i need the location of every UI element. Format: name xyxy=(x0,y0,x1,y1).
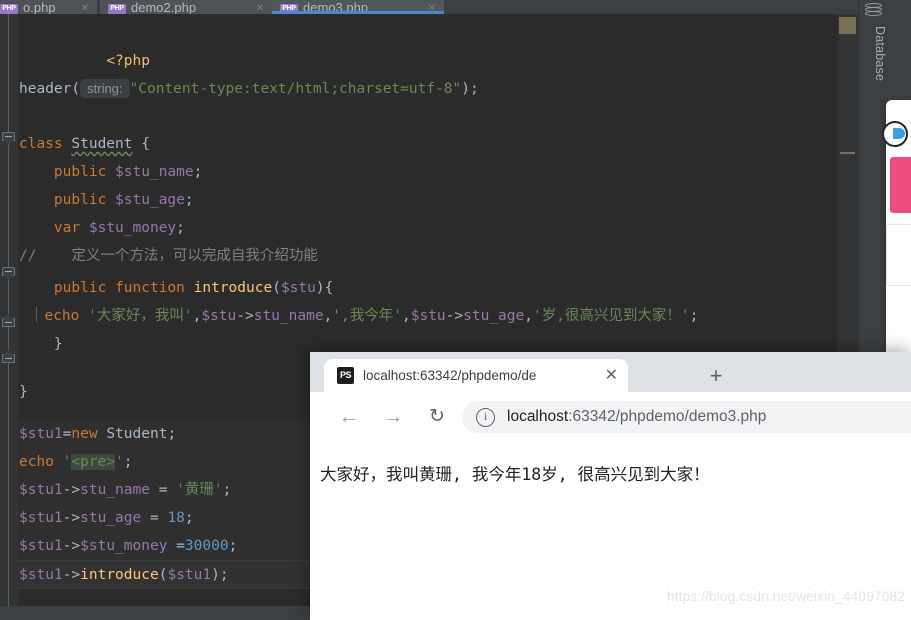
value-student-age: 18 xyxy=(167,510,185,526)
keyword-public: public xyxy=(53,280,107,296)
new-tab-button[interactable]: + xyxy=(703,364,729,390)
reload-icon[interactable]: ↻ xyxy=(422,402,452,432)
close-icon[interactable]: ✕ xyxy=(75,4,89,14)
class-ref-student: Student xyxy=(106,426,168,442)
editor-tab-strip: PHP o.php ✕ PHP demo2.php ✕ PHP demo3.ph… xyxy=(0,0,858,14)
chrome-toolbar: ← → ↻ i localhost:63342/phpdemo/demo3.ph… xyxy=(310,392,911,442)
field-stu-age: $stu_age xyxy=(115,192,185,208)
address-bar-url: localhost:63342/phpdemo/demo3.php xyxy=(507,408,766,426)
url-host: localhost xyxy=(507,408,569,425)
string-greeting-1: '大家好，我叫' xyxy=(88,308,193,324)
database-icon xyxy=(865,3,882,18)
keyword-var: var xyxy=(53,220,81,236)
arg-stu1: $stu1 xyxy=(167,567,212,583)
fold-marker-class[interactable] xyxy=(2,132,15,145)
tool-window-database[interactable]: Database xyxy=(859,22,887,81)
statement-end: ); xyxy=(461,81,479,97)
keyword-class: class xyxy=(19,136,63,152)
var-stu1: $stu1 xyxy=(19,426,63,442)
fold-guide-line xyxy=(8,14,9,606)
header-call: header xyxy=(19,81,72,97)
header-argument: "Content-type:text/html;charset=utf-8" xyxy=(129,81,462,97)
prop-stu-age: stu_age xyxy=(80,510,142,526)
indent-guide xyxy=(36,307,38,322)
code-line: public $stu_name; xyxy=(53,164,203,180)
code-line: public function introduce($stu){ xyxy=(53,280,334,296)
chrome-tab-active[interactable]: PS localhost:63342/phpdemo/de ✕ xyxy=(324,359,628,392)
prop-stu-money: $stu_money xyxy=(80,538,168,554)
value-student-money: 30000 xyxy=(184,538,229,554)
class-name-student: Student xyxy=(71,136,133,152)
prop-stu-name: stu_name xyxy=(80,482,150,498)
keyword-public: public xyxy=(53,164,107,180)
background-pink-badge xyxy=(890,157,911,213)
page-viewport: 大家好，我叫黄珊, 我今年18岁, 很高兴见到大家！ https://blog.… xyxy=(310,442,911,620)
close-icon[interactable]: ✕ xyxy=(605,367,618,384)
editor-tab-demo2[interactable]: PHP demo2.php ✕ xyxy=(100,0,272,14)
url-path: :63342/phpdemo/demo3.php xyxy=(568,408,767,425)
var-stu1: $stu1 xyxy=(19,538,63,554)
chrome-tab-title: localhost:63342/phpdemo/de xyxy=(363,368,537,383)
php-output-text: 大家好，我叫黄珊, 我今年18岁, 很高兴见到大家！ xyxy=(320,465,710,484)
forward-icon[interactable]: → xyxy=(378,402,408,432)
phpstorm-favicon: PS xyxy=(337,367,354,384)
string-greeting-3: '岁,很高兴见到大家！' xyxy=(532,308,690,324)
value-student-name: '黄珊' xyxy=(176,482,223,498)
keyword-public: public xyxy=(53,192,107,208)
var-stu1: $stu1 xyxy=(19,482,63,498)
screenshot-root: PHP o.php ✕ PHP demo2.php ✕ PHP demo3.ph… xyxy=(0,0,911,620)
comment-introduce: // 定义一个方法，可以完成自我介绍功能 xyxy=(19,248,318,264)
fold-marker-block-end[interactable] xyxy=(2,314,15,331)
chrome-tab-bar: PS localhost:63342/phpdemo/de ✕ + xyxy=(310,352,911,392)
prop-stu-name: stu_name xyxy=(253,308,324,324)
keyword-function: function xyxy=(115,280,185,296)
field-stu-name: $stu_name xyxy=(115,164,194,180)
php-file-icon: PHP xyxy=(108,4,126,14)
field-stu-money: $stu_money xyxy=(88,220,177,236)
keyword-echo: echo xyxy=(19,454,54,470)
string-pre-tag: <pre> xyxy=(71,454,116,470)
warning-marker[interactable] xyxy=(839,17,856,34)
code-line: echo '大家好，我叫',$stu->stu_name,',我今年',$stu… xyxy=(18,302,838,331)
address-bar[interactable]: i localhost:63342/phpdemo/demo3.php xyxy=(462,401,911,433)
editor-gutter[interactable] xyxy=(0,14,19,606)
string-greeting-2: ',我今年' xyxy=(332,308,402,324)
call-introduce: introduce xyxy=(80,567,159,583)
info-circle-icon[interactable]: i xyxy=(476,407,495,427)
code-line: var $stu_money; xyxy=(53,220,185,236)
code-line: <?php xyxy=(18,18,838,69)
back-icon[interactable]: ← xyxy=(334,402,364,432)
fold-marker-class-end[interactable] xyxy=(2,350,15,367)
code-line: // 定义一个方法，可以完成自我介绍功能 xyxy=(18,242,838,271)
var-stu1: $stu1 xyxy=(19,567,63,583)
function-name-introduce: introduce xyxy=(193,280,273,296)
editor-tab-0[interactable]: PHP o.php ✕ xyxy=(0,0,97,14)
editor-tab-label: o.php xyxy=(23,0,56,14)
prop-stu-age: stu_age xyxy=(463,308,525,324)
watermark: https://blog.csdn.net/weixin_44097082 xyxy=(666,588,905,604)
code-line: class Student { xyxy=(19,136,150,152)
code-line: header(string: "Content-type:text/html;ch… xyxy=(18,74,838,103)
background-secondary-panel xyxy=(886,224,911,286)
chrome-browser-window[interactable]: PS localhost:63342/phpdemo/de ✕ + ← → ↻ … xyxy=(310,352,911,620)
parameter-hint-badge: string: xyxy=(80,79,130,98)
close-icon[interactable]: ✕ xyxy=(250,4,264,14)
paren-open: ( xyxy=(71,81,81,97)
code-line: public $stu_age; xyxy=(53,192,194,208)
background-circle-accent xyxy=(893,128,905,139)
param-stu: $stu xyxy=(280,280,316,296)
inspection-marker[interactable] xyxy=(840,152,855,154)
var-stu1: $stu1 xyxy=(19,510,63,526)
php-file-icon: PHP xyxy=(0,4,18,14)
fold-marker-function[interactable] xyxy=(2,267,15,280)
keyword-echo: echo xyxy=(44,308,80,324)
var-stu: $stu xyxy=(201,308,237,324)
editor-tab-label: demo2.php xyxy=(131,0,197,14)
var-stu: $stu xyxy=(410,308,446,324)
keyword-new: new xyxy=(71,426,98,442)
